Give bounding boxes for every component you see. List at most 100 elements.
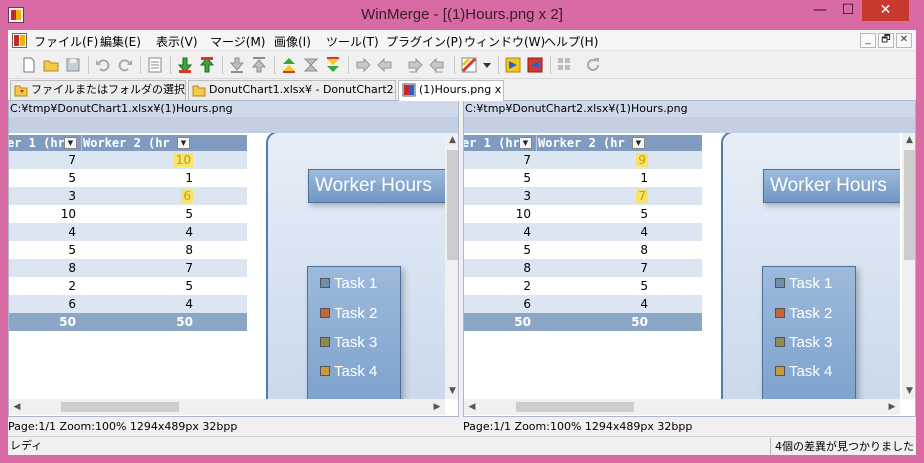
chart-legend: Task 1 Task 2 Task 3 Task 4 [307,266,401,399]
scroll-thumb[interactable] [61,402,179,412]
folder-compare-icon [14,85,28,97]
scroll-up-icon[interactable]: ▲ [902,133,915,148]
toolbar-separator [88,56,89,74]
next-diff-icon[interactable] [176,56,194,74]
scroll-down-icon[interactable]: ▼ [445,384,458,399]
grid-icon[interactable] [556,56,574,74]
table-row: 44 [9,223,247,241]
undo-icon[interactable] [94,56,112,74]
scroll-left-icon[interactable]: ◀ [464,399,480,415]
left-horizontal-scrollbar[interactable]: ◀ ▶ [9,399,445,415]
cell-worker1: 5 [523,171,531,185]
copy-left-icon[interactable] [376,56,394,74]
cell-worker1: 3 [68,189,76,203]
chart-title: Worker Hours [763,169,900,203]
minimize-button[interactable]: — [806,0,834,21]
menu-plugins[interactable]: プラグイン(P) [386,33,463,50]
legend-swatch [320,308,330,318]
last-diff-icon[interactable] [250,56,268,74]
scroll-left-icon[interactable]: ◀ [9,399,25,415]
cell-worker1: 8 [523,261,531,275]
legend-item-task1: Task 1 [320,274,377,294]
menu-file[interactable]: ファイル(F) [34,33,98,50]
mdi-minimize-button[interactable]: _ [860,33,876,48]
menu-tools[interactable]: ツール(T) [326,33,379,50]
compare2-icon[interactable] [526,56,544,74]
table-row: 58 [9,241,247,259]
legend-item-task3: Task 3 [320,333,377,353]
scroll-up-icon[interactable]: ▲ [445,133,458,148]
right-pane[interactable]: C:¥tmp¥DonutChart2.xlsx¥(1)Hours.png er … [463,100,916,417]
redo-icon[interactable] [116,56,134,74]
left-file-path: C:¥tmp¥DonutChart1.xlsx¥(1)Hours.png [9,101,458,117]
all-right-icon[interactable] [324,56,342,74]
current-icon[interactable] [302,56,320,74]
scroll-down-icon[interactable]: ▼ [902,384,915,399]
options-icon[interactable] [460,56,478,74]
close-button[interactable]: ✕ [862,0,909,21]
cell-value: 8 [640,243,648,257]
legend-swatch [775,308,785,318]
mdi-restore-button[interactable]: 🗗 [878,33,894,48]
table-row: 10 5 [9,205,247,223]
left-location-band [9,117,458,133]
left-image-viewport[interactable]: er 1 (hr ▼ Worker 2 (hr ▼ 7 10 5 1 3 6 10 5 4 4 5 8… [9,133,445,399]
document-tabs: ファイルまたはフォルダの選択... DonutChart1.xlsx¥ - Do… [8,80,916,101]
table-row: 64 [464,295,702,313]
copy-right-icon[interactable] [354,56,372,74]
view-icon[interactable] [146,56,164,74]
tab-label: ファイルまたはフォルダの選択... [31,83,186,96]
copy-left-advance-icon[interactable] [428,56,446,74]
scroll-thumb[interactable] [447,150,458,260]
copy-right-advance-icon[interactable] [406,56,424,74]
total-worker1: 50 [514,315,531,329]
left-pane[interactable]: C:¥tmp¥DonutChart1.xlsx¥(1)Hours.png er … [8,100,459,417]
right-horizontal-scrollbar[interactable]: ◀ ▶ [464,399,900,415]
cell-worker2: 5 [85,277,193,295]
diff-highlight: 6 [181,189,193,203]
left-vertical-scrollbar[interactable]: ▲ ▼ [445,133,458,399]
cell-worker2: 4 [540,223,648,241]
mdi-close-button[interactable]: ✕ [896,33,912,48]
first-diff-icon[interactable] [228,56,246,74]
refresh-icon[interactable] [584,56,602,74]
table-row: 25 [9,277,247,295]
dropdown-icon[interactable] [482,56,492,74]
menu-bar: ファイル(F) 編集(E) 表示(V) マージ(M) 画像(I) ツール(T) … [8,30,916,51]
total-row: 50 50 [9,313,247,331]
tab-label: (1)Hours.png x 2 [419,83,504,96]
tab-image-compare[interactable]: (1)Hours.png x 2 [398,80,504,101]
cell-worker1: 10 [60,207,76,221]
scroll-thumb[interactable] [516,402,634,412]
menu-image[interactable]: 画像(I) [274,33,311,50]
cell-worker1: 5 [68,243,76,257]
scroll-right-icon[interactable]: ▶ [884,399,900,415]
menu-help[interactable]: ヘルプ(H) [544,33,598,50]
tab-folder-compare[interactable]: DonutChart1.xlsx¥ - DonutChart2.xlsx¥ [188,80,396,100]
menu-merge[interactable]: マージ(M) [210,33,265,50]
table-row: 7 10 [9,151,247,169]
document-icon[interactable] [12,33,27,48]
menu-window[interactable]: ウィンドウ(W) [464,33,545,50]
cell-worker1: 2 [523,279,531,293]
right-image-viewport[interactable]: er 1 (hr ▼ Worker 2 (hr ▼ 7 9 5 1 3 7 10 5 4 4 5 8 8… [464,133,900,399]
right-vertical-scrollbar[interactable]: ▲ ▼ [902,133,915,399]
filter-dropdown-icon: ▼ [64,137,77,149]
menu-view[interactable]: 表示(V) [156,33,198,50]
menu-edit[interactable]: 編集(E) [100,33,141,50]
column-header-worker2: Worker 2 (hr [538,136,625,150]
prev-diff-icon[interactable] [198,56,216,74]
all-left-icon[interactable] [280,56,298,74]
scroll-right-icon[interactable]: ▶ [429,399,445,415]
chart-frame: Worker Hours Task 1 Task 2 Task 3 Task 4 [266,133,445,399]
filter-dropdown-icon: ▼ [519,137,532,149]
scroll-thumb[interactable] [904,150,915,260]
compare-icon[interactable] [504,56,522,74]
new-icon[interactable] [20,56,38,74]
save-icon[interactable] [64,56,82,74]
tab-open-select[interactable]: ファイルまたはフォルダの選択... [10,80,186,100]
maximize-button[interactable]: ☐ [834,0,862,21]
open-icon[interactable] [42,56,60,74]
legend-item-task4: Task 4 [775,362,832,382]
cell-worker2: 5 [540,205,648,223]
